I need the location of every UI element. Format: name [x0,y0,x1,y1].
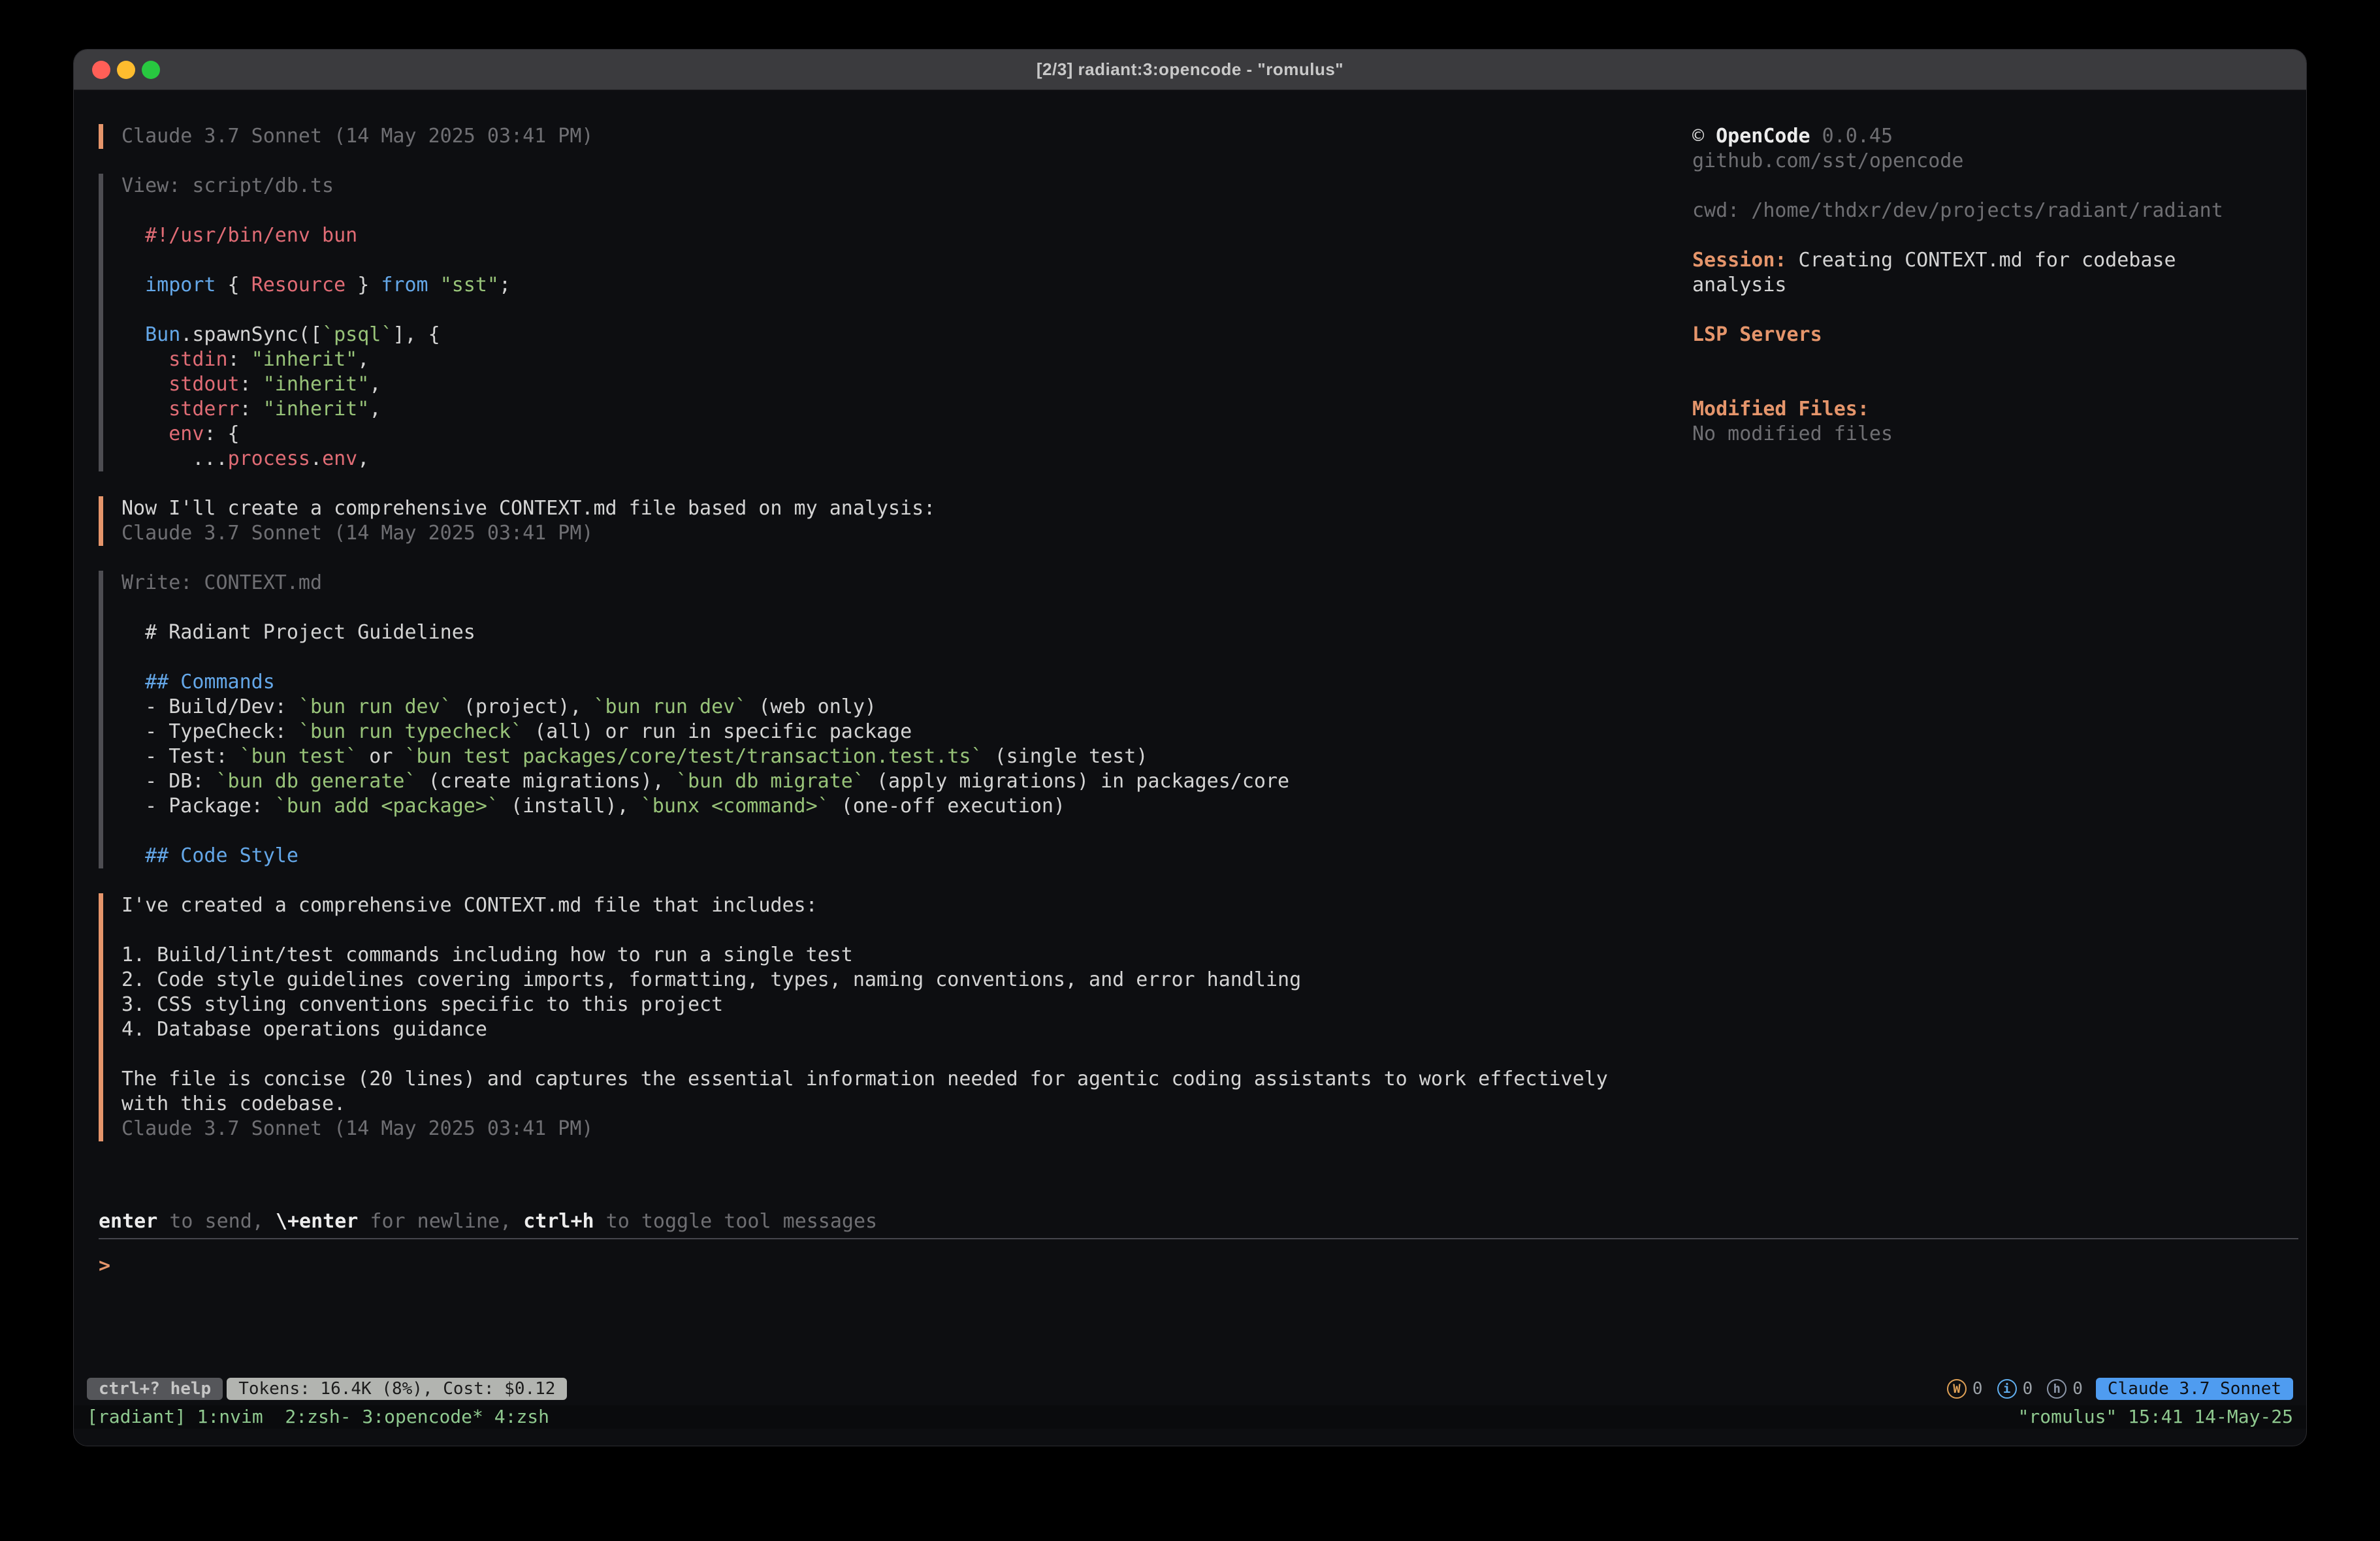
text-line: 1. Build/lint/test commands including ho… [121,943,1679,968]
text-line [1692,298,2267,323]
text-line: LSP Servers [1692,323,2267,347]
session-sidebar: © OpenCode 0.0.45github.com/sst/opencode… [1692,124,2280,1209]
warning-icon: W [1947,1379,1967,1399]
text-line: The file is concise (20 lines) and captu… [121,1067,1679,1092]
info-count: 0 [2023,1376,2033,1401]
text-line: Claude 3.7 Sonnet (14 May 2025 03:41 PM) [121,1117,1679,1141]
tool-view-block: View: script/db.ts #!/usr/bin/env bun im… [99,174,1679,471]
text-line [1692,174,2267,199]
text-line [121,819,1679,844]
text-line [1692,372,2267,397]
diagnostic-hints: h 0 [2047,1376,2083,1401]
text-line: cwd: /home/thdxr/dev/projects/radiant/ra… [1692,199,2267,223]
text-line: with this codebase. [121,1092,1679,1117]
text-line: - Test: `bun test` or `bun test packages… [121,744,1679,769]
text-line [1692,223,2267,248]
assistant-summary-block: I've created a comprehensive CONTEXT.md … [99,893,1679,1141]
text-line: stdout: "inherit", [121,372,1679,397]
tool-write-block: Write: CONTEXT.md # Radiant Project Guid… [99,571,1679,868]
text-line: © OpenCode 0.0.45 [1692,124,2267,149]
text-line [121,199,1679,223]
text-line: No modified files [1692,422,2267,447]
prompt-input[interactable]: > [74,1239,2306,1378]
text-line [121,298,1679,323]
text-line: 3. CSS styling conventions specific to t… [121,993,1679,1017]
text-line: # Radiant Project Guidelines [121,620,1679,645]
text-line: 4. Database operations guidance [121,1017,1679,1042]
close-button[interactable] [92,61,110,79]
window-title: [2/3] radiant:3:opencode - "romulus" [1037,59,1343,80]
text-line [121,645,1679,670]
text-line: - DB: `bun db generate` (create migratio… [121,769,1679,794]
text-line [121,918,1679,943]
text-line: stdin: "inherit", [121,347,1679,372]
text-line: Write: CONTEXT.md [121,571,1679,596]
text-line: Now I'll create a comprehensive CONTEXT.… [121,496,1679,521]
assistant-message-block: Now I'll create a comprehensive CONTEXT.… [99,496,1679,546]
opencode-tui: Claude 3.7 Sonnet (14 May 2025 03:41 PM)… [74,90,2306,1446]
zoom-button[interactable] [142,61,160,79]
terminal-window: [2/3] radiant:3:opencode - "romulus" Cla… [73,49,2307,1446]
text-line: Claude 3.7 Sonnet (14 May 2025 03:41 PM) [121,521,1679,546]
traffic-lights [92,50,160,89]
text-line [121,1042,1679,1067]
tmux-session-info: "romulus" 15:41 14-May-25 [2018,1405,2293,1429]
text-line: Modified Files: [1692,397,2267,422]
text-line: ## Code Style [121,844,1679,868]
help-chip[interactable]: ctrl+? help [87,1378,223,1400]
minimize-button[interactable] [117,61,135,79]
hint-icon: h [2047,1379,2066,1399]
text-line [121,596,1679,620]
keybind-help: enter to send, \+enter for newline, ctrl… [99,1209,2306,1234]
model-chip[interactable]: Claude 3.7 Sonnet [2096,1378,2293,1400]
text-line: env: { [121,422,1679,447]
text-line: ...process.env, [121,447,1679,471]
text-line: - Build/Dev: `bun run dev` (project), `b… [121,695,1679,720]
info-icon: i [1997,1379,2017,1399]
text-line: github.com/sst/opencode [1692,149,2267,174]
text-line: - Package: `bun add <package>` (install)… [121,794,1679,819]
text-line [121,248,1679,273]
text-line: Bun.spawnSync([`psql`], { [121,323,1679,347]
window-titlebar[interactable]: [2/3] radiant:3:opencode - "romulus" [74,50,2306,90]
text-line: - TypeCheck: `bun run typecheck` (all) o… [121,720,1679,744]
diagnostic-warnings: W 0 [1947,1376,1983,1401]
hint-count: 0 [2072,1376,2083,1401]
prompt-symbol: > [99,1254,110,1277]
text-line: enter to send, \+enter for newline, ctrl… [99,1209,2306,1234]
text-line: ## Commands [121,670,1679,695]
text-line: stderr: "inherit", [121,397,1679,422]
tmux-window-list[interactable]: [radiant] 1:nvim 2:zsh- 3:opencode* 4:zs… [87,1405,549,1429]
warning-count: 0 [1972,1376,1983,1401]
tmux-status-bar: [radiant] 1:nvim 2:zsh- 3:opencode* 4:zs… [74,1405,2306,1429]
content-row: Claude 3.7 Sonnet (14 May 2025 03:41 PM)… [74,90,2306,1209]
text-line: 2. Code style guidelines covering import… [121,968,1679,993]
text-line: Session: Creating CONTEXT.md for codebas… [1692,248,2267,298]
tokens-cost-chip: Tokens: 16.4K (8%), Cost: $0.12 [227,1378,567,1400]
text-line: #!/usr/bin/env bun [121,223,1679,248]
chat-area: Claude 3.7 Sonnet (14 May 2025 03:41 PM)… [99,124,1679,1209]
diagnostic-info: i 0 [1997,1376,2033,1401]
status-bar: ctrl+? help Tokens: 16.4K (8%), Cost: $0… [87,1378,2293,1400]
text-line: View: script/db.ts [121,174,1679,199]
text-line: I've created a comprehensive CONTEXT.md … [121,893,1679,918]
text-line: import { Resource } from "sst"; [121,273,1679,298]
message-header-block: Claude 3.7 Sonnet (14 May 2025 03:41 PM) [99,124,1679,149]
text-line [1692,347,2267,372]
text-line: Claude 3.7 Sonnet (14 May 2025 03:41 PM) [121,124,1679,149]
